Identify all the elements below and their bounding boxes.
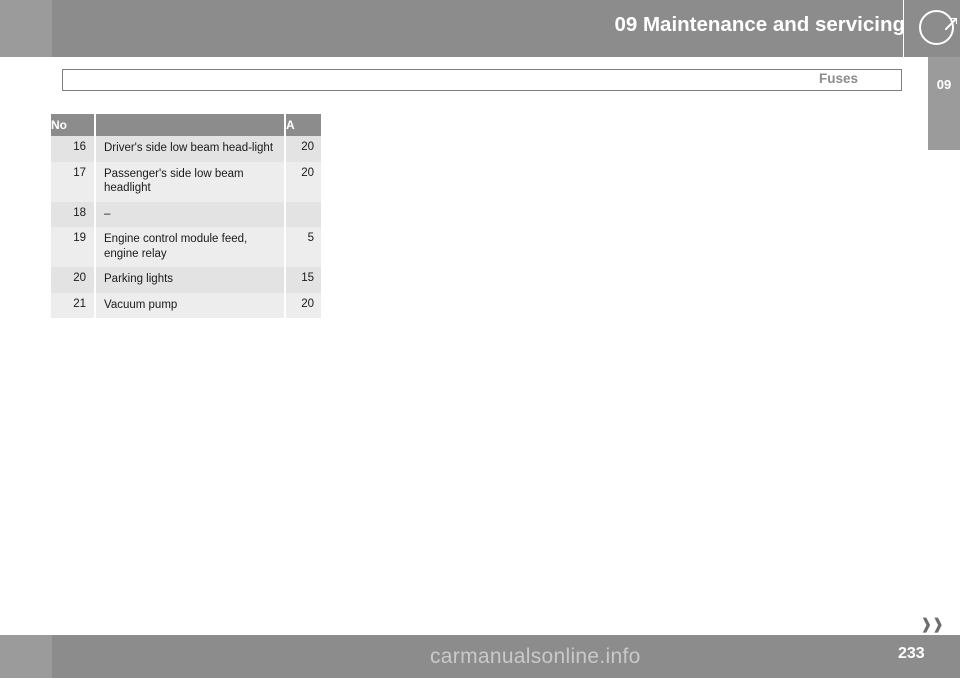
column-header-amperage: A	[285, 114, 321, 136]
cell-description: Passenger's side low beam headlight	[95, 161, 286, 202]
cell-amperage: 20	[285, 161, 321, 202]
cell-no: 21	[51, 292, 96, 318]
fuse-table: No A 16 Driver's side low beam head-ligh…	[51, 114, 321, 318]
footer-left-block	[0, 635, 52, 678]
running-head-rule	[62, 69, 902, 91]
page-header: 09 Maintenance and servicing	[0, 0, 960, 57]
page-title: 09 Maintenance and servicing	[614, 13, 905, 36]
cell-description: –	[95, 201, 286, 227]
running-head-label: Fuses	[818, 71, 858, 86]
cell-no: 18	[51, 201, 96, 227]
fuse-table-header: No A	[51, 114, 321, 136]
page-number: 233	[898, 645, 925, 662]
table-row: 18 –	[51, 201, 321, 227]
brand-logo	[903, 0, 960, 57]
table-row: 16 Driver's side low beam head-light 20	[51, 136, 321, 162]
cell-no: 17	[51, 161, 96, 202]
chapter-tab[interactable]: 09	[928, 57, 960, 150]
cell-description: Engine control module feed, engine relay	[95, 227, 286, 267]
cell-description: Driver's side low beam head-light	[95, 136, 286, 162]
volvo-circle-arrow-icon	[919, 10, 957, 45]
cell-amperage: 20	[285, 292, 321, 318]
cell-description: Vacuum pump	[95, 292, 286, 318]
fuse-table-body: 16 Driver's side low beam head-light 20 …	[51, 136, 321, 318]
cell-amperage: 20	[285, 136, 321, 162]
cell-amperage: 15	[285, 267, 321, 293]
header-left-block	[0, 0, 52, 57]
cell-no: 16	[51, 136, 96, 162]
cell-amperage: 5	[285, 227, 321, 267]
column-header-no: No	[51, 114, 96, 136]
document-page: 09 Maintenance and servicing 09 Fuses No…	[0, 0, 960, 678]
cell-description: Parking lights	[95, 267, 286, 293]
cell-no: 20	[51, 267, 96, 293]
cell-no: 19	[51, 227, 96, 267]
table-row: 19 Engine control module feed, engine re…	[51, 227, 321, 267]
cell-amperage	[285, 201, 321, 227]
table-row: 17 Passenger's side low beam headlight 2…	[51, 161, 321, 202]
page-content: Fuses No A 16 Driver's side low beam hea…	[0, 57, 928, 635]
watermark: carmanualsonline.info	[430, 645, 641, 668]
chapter-tab-label: 09	[936, 77, 952, 92]
table-row: 21 Vacuum pump 20	[51, 292, 321, 318]
arrow-glyph	[945, 18, 957, 30]
column-header-description	[95, 114, 286, 136]
next-page-arrows-icon[interactable]: ❱❱	[920, 615, 944, 633]
table-row: 20 Parking lights 15	[51, 267, 321, 293]
table-header-row: No A	[51, 114, 321, 136]
